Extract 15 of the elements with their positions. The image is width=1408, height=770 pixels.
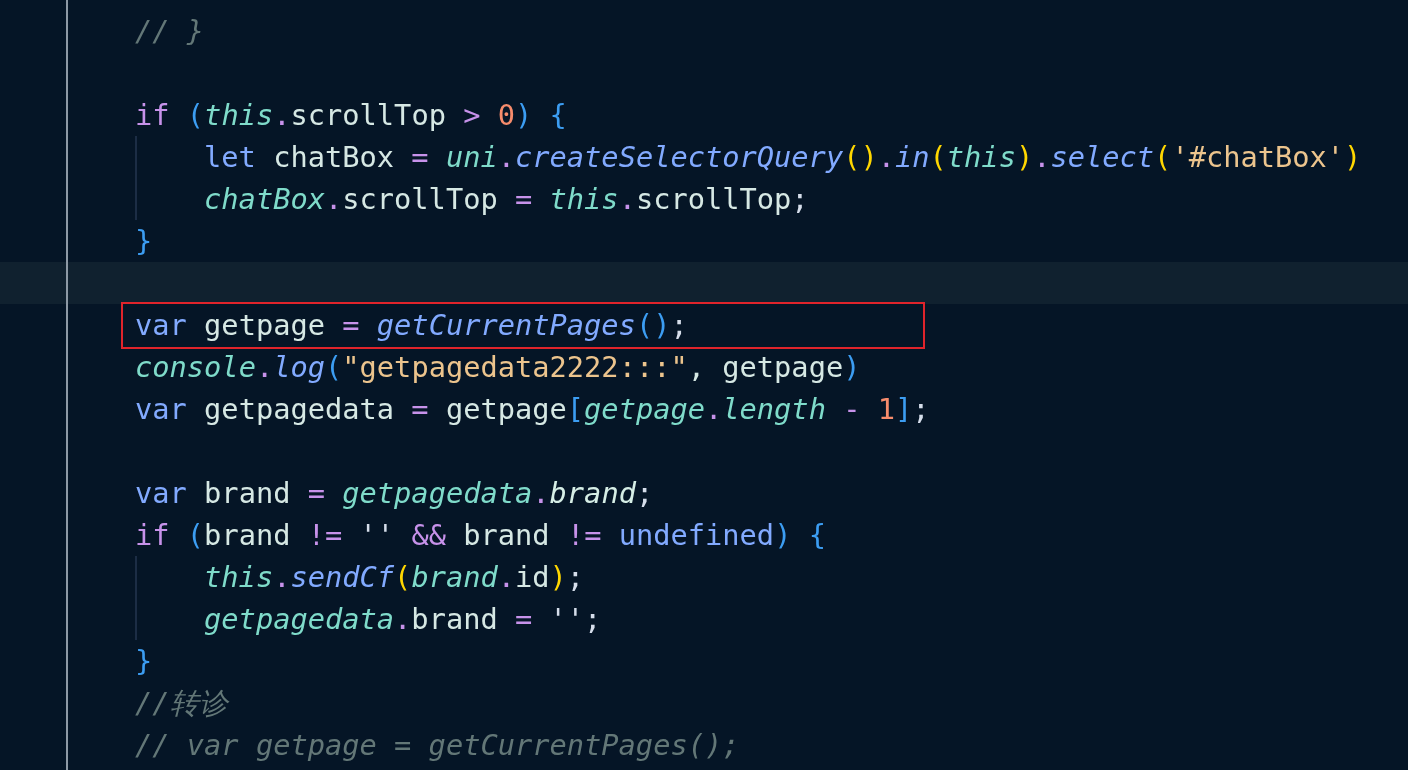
code-line: var brand = getpagedata.brand; bbox=[135, 476, 654, 510]
code-line: var getpage = getCurrentPages(); bbox=[135, 308, 688, 342]
code-line: console.log("getpagedata2222:::", getpage) bbox=[135, 350, 861, 384]
code-line: } bbox=[135, 644, 153, 678]
code-line: if (brand != '' && brand != undefined) { bbox=[135, 518, 826, 552]
code-line: if (this.scrollTop > 0) { bbox=[135, 98, 567, 132]
code-line: let chatBox = uni.createSelectorQuery().in(this).select('#chatBox') bbox=[204, 140, 1362, 174]
code-line: var getpagedata = getpage[getpage.length - 1]; bbox=[135, 392, 930, 426]
code-line: //转诊 bbox=[135, 686, 228, 720]
code-line: // } bbox=[135, 14, 205, 48]
code-line: this.sendCf(brand.id); bbox=[204, 560, 585, 594]
code-line: } bbox=[135, 224, 153, 258]
code-line: // var getpage = getCurrentPages(); bbox=[135, 728, 740, 762]
code-line: chatBox.scrollTop = this.scrollTop; bbox=[204, 182, 809, 216]
code-line: getpagedata.brand = ''; bbox=[204, 602, 602, 636]
